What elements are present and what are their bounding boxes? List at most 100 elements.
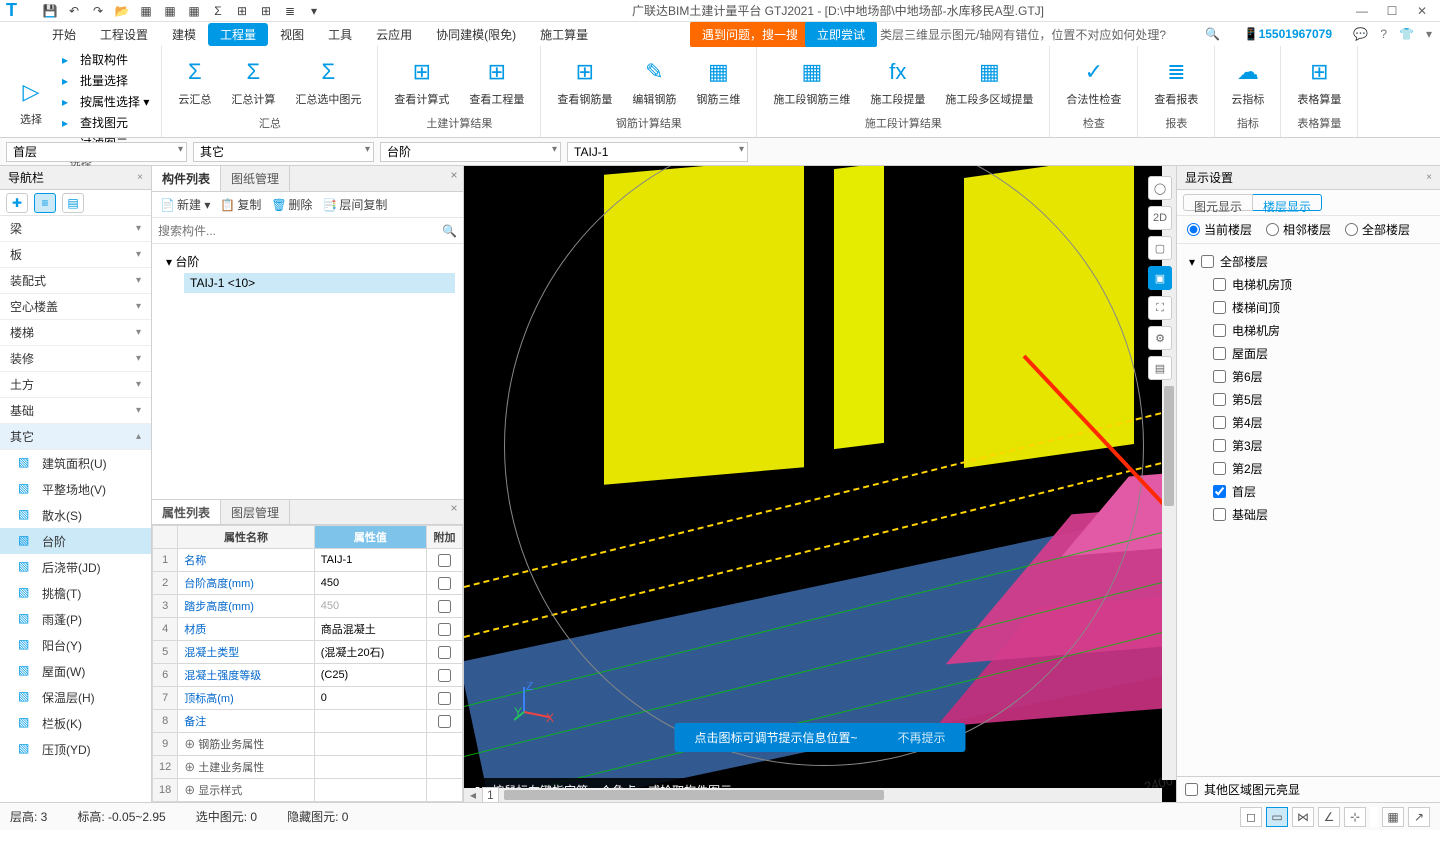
ribbon-small-button[interactable]: ▸拾取构件 bbox=[60, 50, 151, 69]
ribbon-button[interactable]: fx施工段提量 bbox=[864, 55, 931, 109]
nav-mode-tree-icon[interactable]: ✚ bbox=[6, 193, 28, 213]
view-2d-icon[interactable]: 2D bbox=[1148, 206, 1172, 230]
floor-tree-item[interactable]: 第4层 bbox=[1185, 411, 1432, 434]
nav-category[interactable]: 装修▾ bbox=[0, 346, 151, 372]
qa-icon[interactable]: ⊞ bbox=[258, 3, 274, 19]
ribbon-small-button[interactable]: ▸查找图元 bbox=[60, 113, 151, 132]
qa-icon[interactable]: ▦ bbox=[186, 3, 202, 19]
menu-item[interactable]: 工具 bbox=[316, 23, 364, 46]
close-icon[interactable]: ✕ bbox=[1414, 3, 1430, 19]
nav-sub-item[interactable]: ▧散水(S) bbox=[0, 502, 151, 528]
try-now-bubble[interactable]: 立即尝试 bbox=[805, 22, 877, 47]
search-bubble[interactable]: 遇到问题，搜一搜 bbox=[690, 22, 810, 47]
ribbon-button[interactable]: ▷选择 bbox=[10, 75, 52, 129]
prop-extra-checkbox[interactable] bbox=[438, 646, 451, 659]
collapse-icon[interactable]: × bbox=[137, 172, 143, 183]
menu-item[interactable]: 施工算量 bbox=[528, 23, 600, 46]
maximize-icon[interactable]: ☐ bbox=[1384, 3, 1400, 19]
ribbon-button[interactable]: ⊞查看计算式 bbox=[388, 55, 455, 109]
nav-category[interactable]: 基础▾ bbox=[0, 398, 151, 424]
highlight-other-checkbox[interactable] bbox=[1185, 783, 1198, 796]
view-setting-icon[interactable]: ⚙ bbox=[1148, 326, 1172, 350]
menu-item[interactable]: 建模 bbox=[160, 23, 208, 46]
qa-icon[interactable]: ▾ bbox=[306, 3, 322, 19]
floor-radio[interactable]: 全部楼层 bbox=[1345, 221, 1410, 238]
property-row[interactable]: 1名称TAIJ-1 bbox=[153, 549, 463, 572]
floor-tree-item[interactable]: 第2层 bbox=[1185, 457, 1432, 480]
nav-sub-item[interactable]: ▧建筑面积(U) bbox=[0, 450, 151, 476]
instance-select[interactable] bbox=[567, 142, 748, 162]
nav-sub-item[interactable]: ▧台阶 bbox=[0, 528, 151, 554]
property-row[interactable]: 8备注 bbox=[153, 710, 463, 733]
ribbon-small-button[interactable]: ▸按属性选择 ▾ bbox=[60, 92, 151, 111]
nav-sub-item[interactable]: ▧平整场地(V) bbox=[0, 476, 151, 502]
nav-category[interactable]: 装配式▾ bbox=[0, 268, 151, 294]
qa-save-icon[interactable]: 💾 bbox=[42, 3, 58, 19]
ribbon-small-button[interactable]: ▸批量选择 bbox=[60, 71, 151, 90]
prop-extra-checkbox[interactable] bbox=[438, 577, 451, 590]
nav-category[interactable]: 土方▾ bbox=[0, 372, 151, 398]
toolbar-button[interactable]: 📑层间复制 bbox=[322, 196, 387, 213]
prop-extra-checkbox[interactable] bbox=[438, 600, 451, 613]
toolbar-button[interactable]: 📋复制 bbox=[220, 196, 261, 213]
floor-tree-item[interactable]: 电梯机房顶 bbox=[1185, 273, 1432, 296]
qa-icon[interactable]: ▦ bbox=[138, 3, 154, 19]
component-search-input[interactable] bbox=[158, 224, 442, 238]
menu-item[interactable]: 工程量 bbox=[208, 23, 268, 46]
nav-sub-item[interactable]: ▧雨蓬(P) bbox=[0, 606, 151, 632]
tab-floor-display[interactable]: 楼层显示 bbox=[1253, 194, 1322, 211]
nav-category[interactable]: 板▾ bbox=[0, 242, 151, 268]
tree-root[interactable]: ▾ 台阶 bbox=[160, 250, 455, 273]
tree-item[interactable]: TAIJ-1 <10> bbox=[184, 273, 455, 293]
menu-item[interactable]: 协同建模(限免) bbox=[424, 23, 528, 46]
property-row[interactable]: 6混凝土强度等级(C25) bbox=[153, 664, 463, 687]
qa-open-icon[interactable]: 📂 bbox=[114, 3, 130, 19]
qa-icon[interactable]: Σ bbox=[210, 3, 226, 19]
nav-mode-grid-icon[interactable]: ▤ bbox=[62, 193, 84, 213]
property-row[interactable]: 2台阶高度(mm)450 bbox=[153, 572, 463, 595]
sb-btn[interactable]: ↗ bbox=[1408, 807, 1430, 827]
floor-tree-item[interactable]: 电梯机房 bbox=[1185, 319, 1432, 342]
prop-extra-checkbox[interactable] bbox=[438, 554, 451, 567]
scrollbar-horizontal[interactable]: ◂ 1 bbox=[464, 788, 1162, 802]
floor-tree-item[interactable]: 第6层 bbox=[1185, 365, 1432, 388]
property-row[interactable]: 12⊕ 土建业务属性 bbox=[153, 756, 463, 779]
nav-sub-item[interactable]: ▧后浇带(JD) bbox=[0, 554, 151, 580]
panel-close-icon[interactable]: × bbox=[447, 168, 461, 182]
tab-property-list[interactable]: 属性列表 bbox=[152, 500, 221, 524]
ribbon-button[interactable]: ✓合法性检查 bbox=[1060, 55, 1127, 109]
floor-tree-item[interactable]: 第5层 bbox=[1185, 388, 1432, 411]
search-icon[interactable]: 🔍 bbox=[1205, 27, 1220, 41]
sb-btn[interactable]: ⋈ bbox=[1292, 807, 1314, 827]
ribbon-button[interactable]: ▦钢筋三维 bbox=[690, 55, 746, 109]
ribbon-button[interactable]: ✎编辑钢筋 bbox=[626, 55, 682, 109]
property-row[interactable]: 5混凝土类型(混凝土20石) bbox=[153, 641, 463, 664]
prop-extra-checkbox[interactable] bbox=[438, 692, 451, 705]
qa-icon[interactable]: ▦ bbox=[162, 3, 178, 19]
property-row[interactable]: 3踏步高度(mm)450 bbox=[153, 595, 463, 618]
tab-drawing-manage[interactable]: 图纸管理 bbox=[221, 166, 290, 191]
prop-extra-checkbox[interactable] bbox=[438, 669, 451, 682]
ribbon-button[interactable]: ☁云指标 bbox=[1225, 55, 1270, 109]
more-icon[interactable]: ▾ bbox=[1426, 27, 1432, 41]
property-row[interactable]: 7顶标高(m)0 bbox=[153, 687, 463, 710]
menu-item[interactable]: 云应用 bbox=[364, 23, 424, 46]
ribbon-button[interactable]: ⊞查看钢筋量 bbox=[551, 55, 618, 109]
help-icon[interactable]: ? bbox=[1380, 27, 1387, 41]
menu-item[interactable]: 工程设置 bbox=[88, 23, 160, 46]
3d-viewport[interactable]: 2400 1400 1600 450 1200 3800 1000 800 4 … bbox=[464, 166, 1176, 802]
property-row[interactable]: 9⊕ 钢筋业务属性 bbox=[153, 733, 463, 756]
ribbon-button[interactable]: ▦施工段钢筋三维 bbox=[767, 55, 856, 109]
skin-icon[interactable]: 👕 bbox=[1399, 27, 1414, 41]
minimize-icon[interactable]: — bbox=[1354, 3, 1370, 19]
floor-tree-item[interactable]: 基础层 bbox=[1185, 503, 1432, 526]
nav-sub-item[interactable]: ▧栏板(K) bbox=[0, 710, 151, 736]
component-select[interactable] bbox=[380, 142, 561, 162]
nav-sub-item[interactable]: ▧挑檐(T) bbox=[0, 580, 151, 606]
property-row[interactable]: 18⊕ 显示样式 bbox=[153, 779, 463, 802]
prop-extra-checkbox[interactable] bbox=[438, 623, 451, 636]
qa-undo-icon[interactable]: ↶ bbox=[66, 3, 82, 19]
nav-mode-list-icon[interactable]: ≡ bbox=[34, 193, 56, 213]
floor-tree-item[interactable]: 首层 bbox=[1185, 480, 1432, 503]
ribbon-button[interactable]: ▦施工段多区域提量 bbox=[939, 55, 1039, 109]
